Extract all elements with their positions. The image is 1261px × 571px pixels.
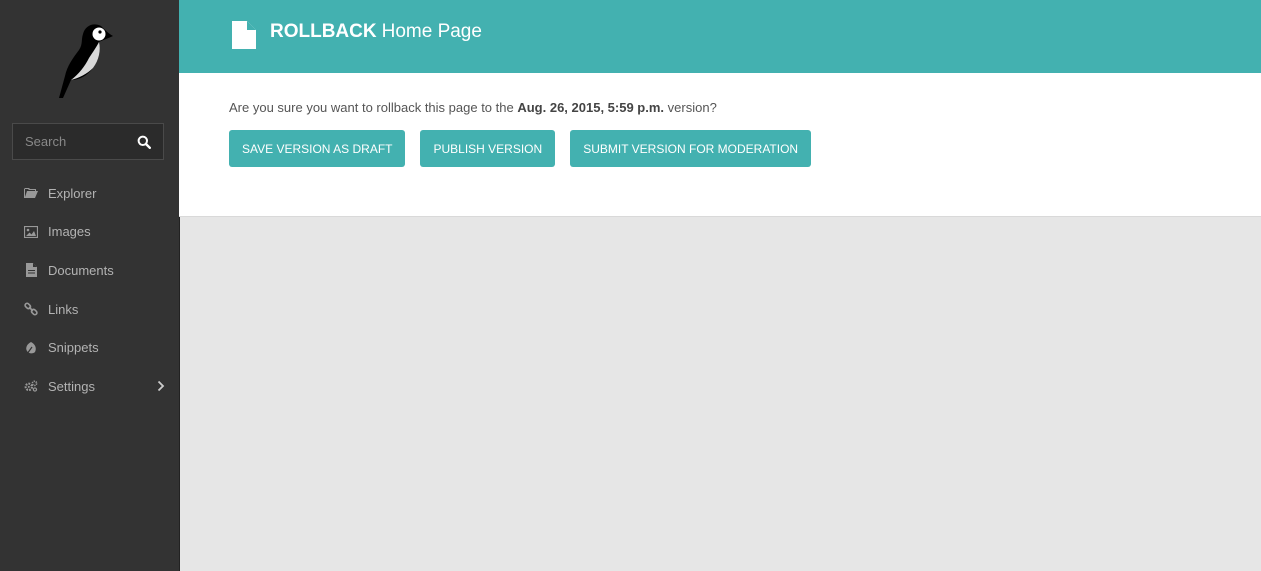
search-input[interactable] <box>13 124 133 159</box>
snippet-icon <box>24 341 38 355</box>
confirm-suffix: version? <box>667 100 717 115</box>
menu-item-label: Snippets <box>48 340 99 356</box>
menu-item-label: Explorer <box>48 185 97 201</box>
menu-item-documents[interactable]: Documents <box>0 251 179 290</box>
confirm-prefix: Are you sure you want to rollback this p… <box>229 100 514 115</box>
image-icon <box>24 225 38 239</box>
menu-item-settings[interactable]: Settings <box>0 367 179 406</box>
save-version-as-draft-button[interactable]: Save version as draft <box>229 130 406 167</box>
submit-for-moderation-button[interactable]: Submit version for moderation <box>570 130 812 167</box>
confirm-version: Aug. 26, 2015, 5:59 p.m. <box>517 100 665 115</box>
main-menu: Explorer Images Documents Links Snippets <box>0 174 179 406</box>
wagtail-bird-logo[interactable] <box>55 20 119 100</box>
publish-version-button[interactable]: Publish version <box>420 130 556 167</box>
document-icon <box>24 263 38 278</box>
menu-item-label: Links <box>48 301 79 317</box>
page-title: ROLLBACK Home Page <box>270 21 482 43</box>
page-title-action: ROLLBACK <box>270 21 377 42</box>
menu-item-label: Images <box>48 224 91 240</box>
menu-item-explorer[interactable]: Explorer <box>0 174 179 213</box>
rollback-panel: Are you sure you want to rollback this p… <box>179 73 1261 217</box>
menu-item-label: Documents <box>48 262 114 278</box>
menu-item-label: Settings <box>48 378 95 394</box>
page-header: ROLLBACK Home Page <box>179 0 1261 73</box>
link-icon <box>24 302 38 316</box>
chevron-right-icon[interactable] <box>157 380 165 392</box>
sidebar: Explorer Images Documents Links Snippets <box>0 0 180 571</box>
folder-open-icon <box>24 186 38 200</box>
document-icon <box>232 21 256 49</box>
action-buttons: Save version as draft Publish version Su… <box>229 130 812 167</box>
confirmation-message: Are you sure you want to rollback this p… <box>229 100 717 115</box>
menu-item-snippets[interactable]: Snippets <box>0 328 179 367</box>
search-box <box>12 123 164 160</box>
menu-item-images[interactable]: Images <box>0 213 179 252</box>
menu-item-links[interactable]: Links <box>0 290 179 329</box>
search-icon[interactable] <box>137 135 151 149</box>
cogs-icon <box>24 379 38 393</box>
page-title-name: Home Page <box>381 21 482 42</box>
